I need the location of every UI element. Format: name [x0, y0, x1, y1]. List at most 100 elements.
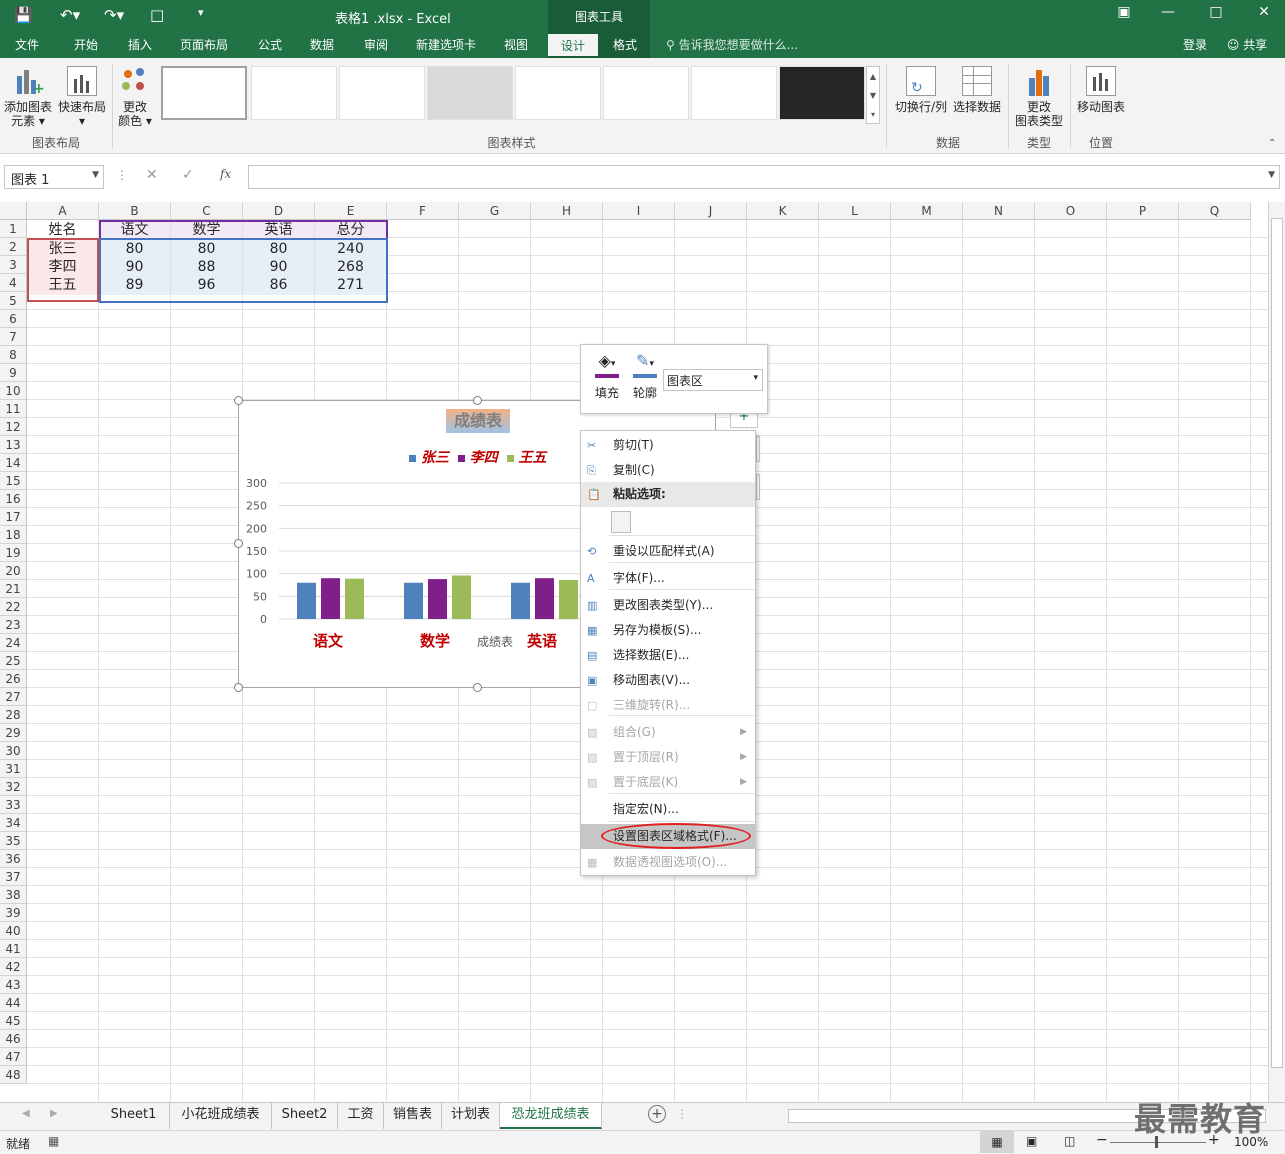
- column-header-i[interactable]: I: [603, 202, 675, 220]
- menu-item[interactable]: ✂ 剪切(T): [581, 433, 755, 458]
- tab-split-grip[interactable]: ⋮: [676, 1107, 688, 1121]
- column-header-d[interactable]: D: [243, 202, 315, 220]
- tab-data[interactable]: 数据: [306, 36, 338, 53]
- tab-design[interactable]: 设计: [548, 34, 598, 56]
- row-header-9[interactable]: 9: [0, 364, 27, 382]
- row-header-4[interactable]: 4: [0, 274, 27, 292]
- row-header-35[interactable]: 35: [0, 832, 27, 850]
- menu-item[interactable]: ▤ 选择数据(E)...: [581, 643, 755, 668]
- sheet-tab[interactable]: Sheet2: [272, 1103, 338, 1129]
- row-header-37[interactable]: 37: [0, 868, 27, 886]
- cancel-icon[interactable]: ✕: [146, 167, 158, 183]
- chart-style-7[interactable]: [691, 66, 777, 120]
- outline-button[interactable]: ✎▾ 轮廓: [627, 351, 663, 401]
- add-chart-element-button[interactable]: + 添加图表 元素 ▾: [2, 66, 54, 128]
- row-header-14[interactable]: 14: [0, 454, 27, 472]
- page-layout-view-icon[interactable]: ▣: [1026, 1134, 1037, 1148]
- row-header-41[interactable]: 41: [0, 940, 27, 958]
- row-header-8[interactable]: 8: [0, 346, 27, 364]
- chart-styles-button[interactable]: [756, 436, 760, 462]
- row-header-23[interactable]: 23: [0, 616, 27, 634]
- resize-handle[interactable]: [234, 683, 243, 692]
- tab-review[interactable]: 审阅: [360, 36, 392, 53]
- move-chart-button[interactable]: 移动图表: [1074, 66, 1128, 114]
- resize-handle[interactable]: [473, 683, 482, 692]
- tab-format[interactable]: 格式: [606, 36, 644, 53]
- row-header-1[interactable]: 1: [0, 220, 27, 238]
- resize-handle[interactable]: [473, 396, 482, 405]
- switch-row-col-button[interactable]: ↻ 切换行/列: [892, 66, 950, 114]
- row-header-40[interactable]: 40: [0, 922, 27, 940]
- row-header-11[interactable]: 11: [0, 400, 27, 418]
- tab-page-layout[interactable]: 页面布局: [176, 36, 232, 53]
- new-file-icon[interactable]: □: [150, 6, 164, 24]
- column-header-q[interactable]: Q: [1179, 202, 1251, 220]
- row-header-32[interactable]: 32: [0, 778, 27, 796]
- menu-item[interactable]: 指定宏(N)...: [581, 797, 755, 822]
- new-sheet-button[interactable]: +: [648, 1105, 666, 1123]
- customize-qat-icon[interactable]: ▾: [198, 6, 204, 19]
- sheet-tab[interactable]: 恐龙班成绩表: [500, 1103, 602, 1129]
- row-header-16[interactable]: 16: [0, 490, 27, 508]
- gallery-scroll[interactable]: ▲ ▼ ▾: [866, 66, 880, 124]
- paste-keep-source-icon[interactable]: [611, 511, 631, 533]
- row-header-18[interactable]: 18: [0, 526, 27, 544]
- tab-file[interactable]: 文件: [12, 36, 42, 53]
- next-sheet-icon[interactable]: ▶: [50, 1108, 58, 1119]
- collapse-ribbon-icon[interactable]: ⌃: [1268, 138, 1276, 149]
- tab-home[interactable]: 开始: [70, 36, 102, 53]
- chart-style-5[interactable]: [515, 66, 601, 120]
- select-data-button[interactable]: 选择数据: [950, 66, 1004, 114]
- row-header-44[interactable]: 44: [0, 994, 27, 1012]
- row-header-20[interactable]: 20: [0, 562, 27, 580]
- sheet-tab[interactable]: 计划表: [442, 1103, 500, 1129]
- row-header-17[interactable]: 17: [0, 508, 27, 526]
- column-header-g[interactable]: G: [459, 202, 531, 220]
- row-header-47[interactable]: 47: [0, 1048, 27, 1066]
- row-header-30[interactable]: 30: [0, 742, 27, 760]
- menu-item[interactable]: ⎘ 复制(C): [581, 458, 755, 483]
- name-box[interactable]: 图表 1 ▼: [4, 165, 104, 189]
- row-header-25[interactable]: 25: [0, 652, 27, 670]
- row-header-6[interactable]: 6: [0, 310, 27, 328]
- close-button[interactable]: ✕: [1244, 4, 1284, 20]
- table-header-cell[interactable]: 姓名: [27, 220, 98, 240]
- chart-style-8[interactable]: [779, 66, 865, 120]
- chart-filters-button[interactable]: [756, 474, 760, 500]
- chart-element-select[interactable]: 图表区 ▾: [663, 369, 763, 391]
- login-link[interactable]: 登录: [1180, 36, 1210, 53]
- column-header-a[interactable]: A: [27, 202, 99, 220]
- page-break-view-icon[interactable]: ◫: [1064, 1134, 1075, 1148]
- column-header-l[interactable]: L: [819, 202, 891, 220]
- row-header-26[interactable]: 26: [0, 670, 27, 688]
- normal-view-icon[interactable]: ▦: [980, 1131, 1014, 1153]
- menu-item[interactable]: ▥ 更改图表类型(Y)...: [581, 593, 755, 618]
- row-header-29[interactable]: 29: [0, 724, 27, 742]
- quick-layout-button[interactable]: 快速布局 ▾: [56, 66, 108, 128]
- column-header-j[interactable]: J: [675, 202, 747, 220]
- column-header-e[interactable]: E: [315, 202, 387, 220]
- ribbon-display-icon[interactable]: ▣: [1104, 4, 1144, 20]
- row-header-46[interactable]: 46: [0, 1030, 27, 1048]
- menu-item[interactable]: ⟲ 重设以匹配样式(A): [581, 539, 755, 564]
- change-colors-button[interactable]: 更改 颜色 ▾: [114, 66, 156, 128]
- row-header-3[interactable]: 3: [0, 256, 27, 274]
- sheet-tab[interactable]: 小花班成绩表: [170, 1103, 272, 1129]
- row-header-19[interactable]: 19: [0, 544, 27, 562]
- chart-style-1[interactable]: [161, 66, 247, 120]
- row-header-27[interactable]: 27: [0, 688, 27, 706]
- menu-item[interactable]: ▦ 另存为模板(S)...: [581, 618, 755, 643]
- insert-function-icon[interactable]: fx: [220, 167, 231, 181]
- column-header-h[interactable]: H: [531, 202, 603, 220]
- row-header-24[interactable]: 24: [0, 634, 27, 652]
- column-header-b[interactable]: B: [99, 202, 171, 220]
- tab-new[interactable]: 新建选项卡: [412, 36, 480, 53]
- share-button[interactable]: ☺ 共享: [1222, 36, 1272, 53]
- resize-handle[interactable]: [234, 396, 243, 405]
- sheet-tab[interactable]: 工资: [338, 1103, 384, 1129]
- tab-insert[interactable]: 插入: [124, 36, 156, 53]
- tab-formulas[interactable]: 公式: [254, 36, 286, 53]
- chart-style-2[interactable]: [251, 66, 337, 120]
- row-header-38[interactable]: 38: [0, 886, 27, 904]
- column-header-k[interactable]: K: [747, 202, 819, 220]
